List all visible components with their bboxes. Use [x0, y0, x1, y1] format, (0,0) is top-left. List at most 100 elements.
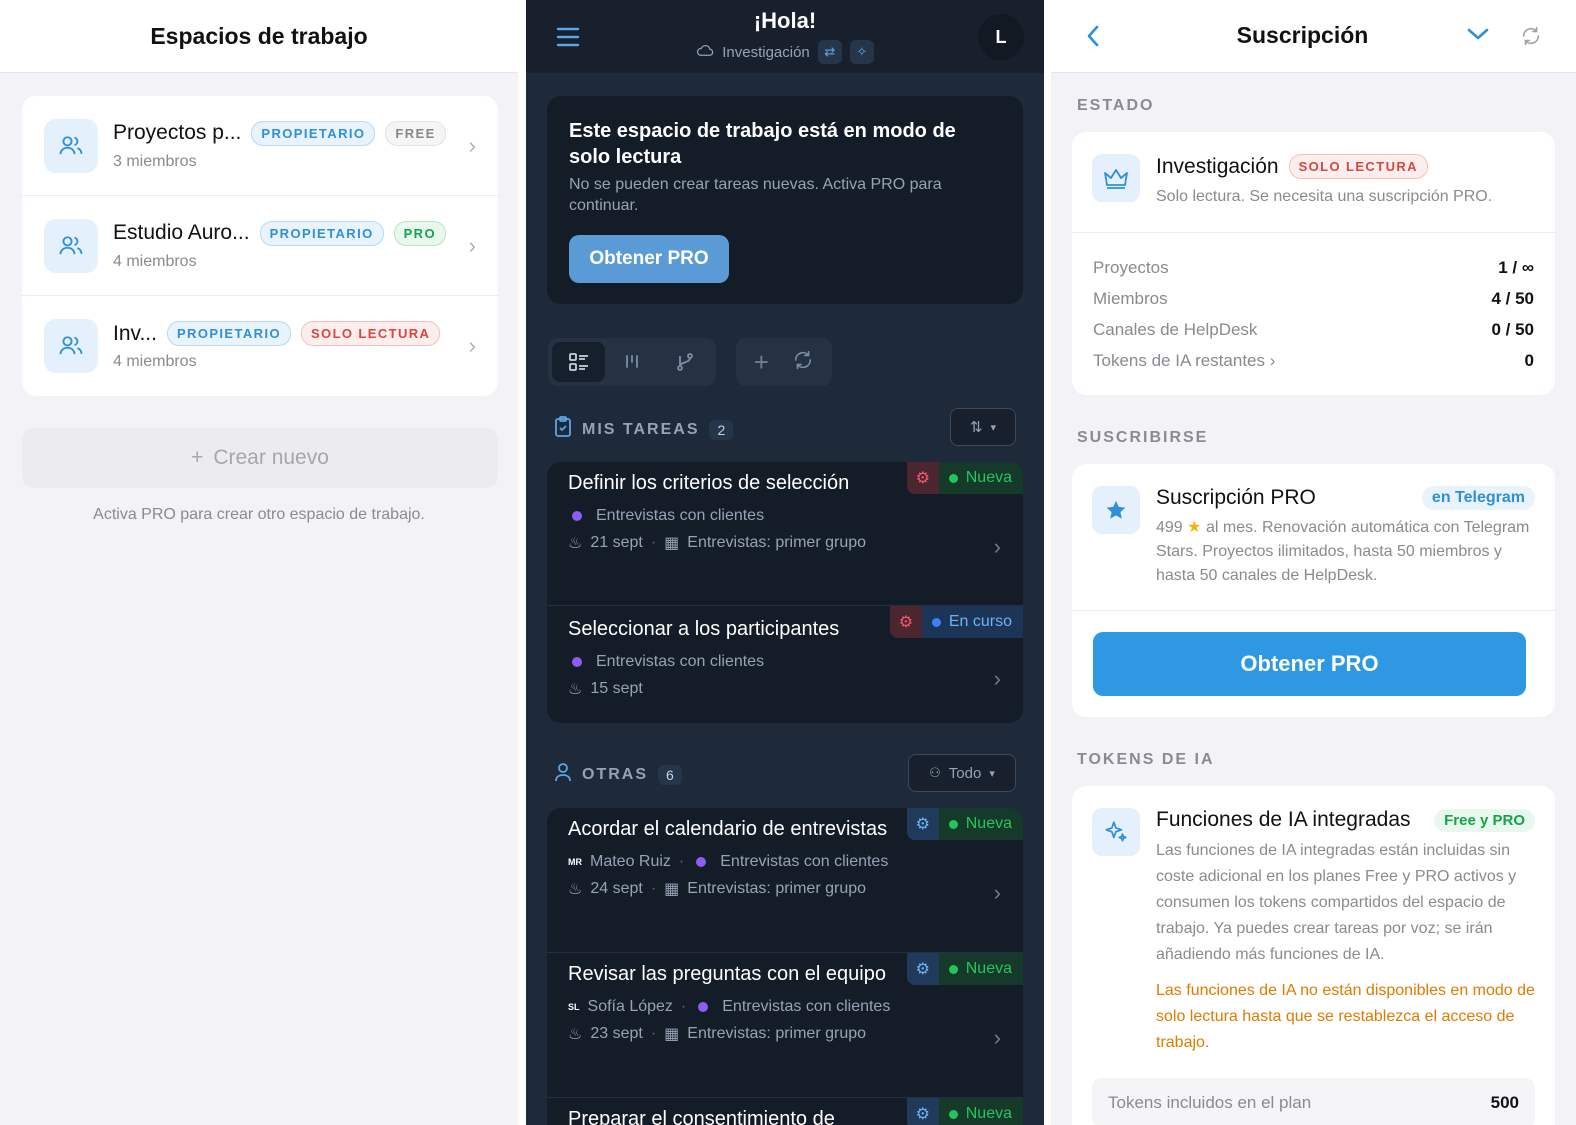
page-title: Espacios de trabajo: [150, 22, 368, 49]
plans-badge: Free y PRO: [1434, 808, 1535, 832]
chevron-down-icon[interactable]: [1467, 27, 1489, 46]
get-pro-button[interactable]: Obtener PRO: [1093, 632, 1526, 696]
plus-icon: +: [191, 446, 204, 469]
other-tasks-count: 6: [658, 764, 682, 785]
chevron-right-icon: ›: [468, 132, 476, 158]
refresh-icon[interactable]: [1520, 25, 1542, 52]
get-pro-button[interactable]: Obtener PRO: [569, 235, 729, 283]
switch-icon[interactable]: ⇄: [817, 40, 842, 64]
branch-view-icon[interactable]: [658, 342, 711, 382]
sort-icon: ⇅: [969, 419, 983, 436]
owner-badge: PROPIETARIO: [166, 321, 291, 346]
status-badge: ⚙ Nueva: [906, 1098, 1023, 1125]
limit-row: Proyectos 1 / ∞: [1093, 252, 1534, 283]
subscription-header: Suscripción: [1051, 0, 1576, 73]
filter-button[interactable]: ⚇ Todo ▾: [908, 754, 1016, 792]
workspaces-header: Espacios de trabajo: [0, 0, 518, 73]
workspace-list: Proyectos p... PROPIETARIO FREE 3 miembr…: [22, 96, 498, 396]
ai-tokens-label: TOKENS DE IA: [1077, 751, 1215, 768]
workspace-switcher[interactable]: Investigación ⇄ ✧: [526, 40, 1044, 64]
view-switcher: [548, 338, 716, 386]
status-badge: ⚙ Nueva: [906, 808, 1023, 840]
gear-icon: ⚙: [906, 953, 939, 985]
workspace-item-investigacion[interactable]: Inv... PROPIETARIO SOLO LECTURA 4 miembr…: [22, 296, 498, 396]
current-workspace: Investigación: [722, 43, 810, 61]
workspace-members: 4 miembros: [113, 252, 197, 270]
my-tasks-count: 2: [709, 419, 734, 440]
ai-desc: Las funciones de IA integradas están inc…: [1156, 842, 1517, 963]
plan-price: 499: [1156, 519, 1183, 536]
workspace-members: 3 miembros: [113, 152, 197, 170]
board-view-icon[interactable]: [605, 342, 658, 382]
avatar[interactable]: L: [978, 14, 1024, 60]
other-tasks-header: OTRAS 6: [554, 762, 682, 787]
readonly-badge: SOLO LECTURA: [1288, 154, 1428, 179]
task-card[interactable]: ⚙ Nueva Acordar el calendario de entrevi…: [547, 808, 1023, 953]
task-group: Entrevistas: primer grupo: [687, 534, 867, 551]
subscription-panel: Suscripción ESTADO Investigación SOLO LE…: [1051, 0, 1576, 1125]
ai-tokens-row[interactable]: Tokens de IA restantes › 0: [1093, 345, 1534, 376]
workspace-item-estudio[interactable]: Estudio Auro... PROPIETARIO PRO 4 miembr…: [22, 196, 498, 296]
status-desc: Solo lectura. Se necesita una suscripció…: [1156, 188, 1493, 205]
sort-button[interactable]: ⇅ ▾: [950, 408, 1016, 446]
users-icon: [44, 319, 98, 373]
chevron-down-icon: ▾: [990, 421, 997, 434]
telegram-star-icon: ★: [1187, 519, 1202, 536]
clipboard-icon: [554, 416, 572, 443]
status-text: Nueva: [965, 1105, 1012, 1122]
task-project: Entrevistas con clientes: [720, 853, 889, 870]
chevron-right-icon: ›: [993, 666, 1001, 691]
create-workspace-button[interactable]: + Crear nuevo: [22, 428, 498, 488]
workspace-item-proyectos[interactable]: Proyectos p... PROPIETARIO FREE 3 miembr…: [22, 96, 498, 196]
task-date: 15 sept: [590, 680, 643, 697]
workspace-members: 4 miembros: [113, 353, 197, 370]
plan-badge: FREE: [385, 120, 446, 146]
workspace-name: Inv...: [113, 321, 157, 345]
limit-value: 1 / ∞: [1498, 257, 1534, 277]
readonly-desc: No se pueden crear tareas nuevas. Activa…: [569, 176, 942, 214]
ai-title: Funciones de IA integradas: [1156, 808, 1411, 831]
chevron-right-icon: ›: [468, 232, 476, 258]
assignee-initials: MR: [568, 857, 582, 867]
ai-card: Funciones de IA integradas Free y PRO La…: [1072, 786, 1555, 1125]
chevron-right-icon: ›: [468, 333, 476, 358]
add-icon[interactable]: +: [754, 347, 769, 378]
cloud-icon: [696, 43, 714, 61]
task-assignee: Mateo Ruiz: [590, 853, 671, 870]
task-card[interactable]: ⚙ Nueva Revisar las preguntas con el equ…: [547, 953, 1023, 1098]
plan-desc: 499 ★ al mes. Renovación automática con …: [1156, 516, 1535, 588]
flame-icon: ♨: [568, 881, 583, 898]
workspaces-panel: Espacios de trabajo Proyectos p... PROPI…: [0, 0, 518, 1125]
limits-list: Proyectos 1 / ∞ Miembros 4 / 50 Canales de…: [1072, 233, 1555, 376]
assignee-initials: SL: [568, 1002, 580, 1012]
task-group: Entrevistas: primer grupo: [687, 880, 867, 897]
gear-icon: ⚙: [889, 606, 922, 638]
owner-badge: PROPIETARIO: [259, 220, 384, 246]
readonly-title: Este espacio de trabajo está en modo de …: [569, 120, 956, 168]
limit-row: Miembros 4 / 50: [1093, 283, 1534, 314]
sparkle-icon[interactable]: ✧: [849, 40, 874, 64]
task-card[interactable]: ⚙ Nueva Definir los criterios de selecci…: [547, 462, 1023, 606]
calendar-icon: ▦: [664, 535, 680, 552]
refresh-icon[interactable]: [792, 349, 814, 376]
status-card: Investigación SOLO LECTURA Solo lectura.…: [1072, 132, 1555, 395]
task-group: Entrevistas: primer grupo: [687, 1025, 867, 1042]
list-view-icon[interactable]: [552, 342, 605, 382]
status-text: En curso: [948, 613, 1012, 630]
status-badge: ⚙ Nueva: [906, 462, 1023, 494]
calendar-icon: ▦: [664, 881, 680, 898]
plan-badge: PRO: [393, 220, 446, 246]
my-tasks-list: ⚙ Nueva Definir los criterios de selecci…: [547, 462, 1023, 723]
create-label: Crear nuevo: [213, 446, 329, 469]
readonly-banner: Este espacio de trabajo está en modo de …: [547, 96, 1023, 304]
sparkle-icon: [1092, 808, 1140, 856]
status-badge: ⚙ Nueva: [906, 953, 1023, 985]
my-tasks-header: MIS TAREAS 2: [554, 416, 734, 443]
other-tasks-list: ⚙ Nueva Acordar el calendario de entrevi…: [547, 808, 1023, 1125]
subscribe-label: SUSCRIBIRSE: [1077, 429, 1209, 446]
crown-icon: [1092, 154, 1140, 202]
subscription-card: Suscripción PRO en Telegram 499 ★ al mes…: [1072, 464, 1555, 717]
task-card[interactable]: ⚙ Nueva Preparar el consentimiento de: [547, 1098, 1023, 1125]
star-icon: [1092, 486, 1140, 534]
task-card[interactable]: ⚙ En curso Seleccionar a los participant…: [547, 606, 1023, 723]
